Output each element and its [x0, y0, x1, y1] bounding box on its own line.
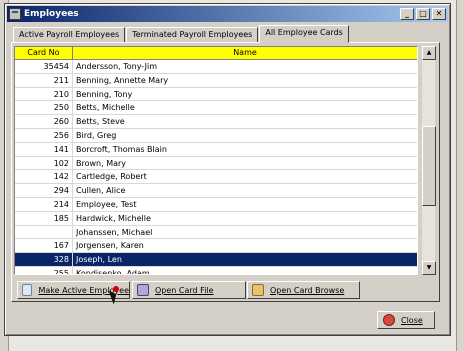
- close-button[interactable]: Close: [377, 311, 435, 329]
- maximize-button[interactable]: □: [416, 8, 430, 20]
- window-controls: _ □ ✕: [398, 8, 446, 20]
- name-cell: Cartledge, Robert: [76, 172, 147, 182]
- table-row[interactable]: 167 Jorgensen, Karen: [15, 239, 417, 254]
- name-cell: Hardwick, Michelle: [76, 213, 151, 223]
- table-row[interactable]: 185 Hardwick, Michelle: [15, 211, 417, 226]
- name-cell: Brown, Mary: [76, 158, 127, 168]
- open-card-file-button[interactable]: Open Card File: [132, 281, 246, 299]
- close-window-button[interactable]: ✕: [432, 8, 446, 20]
- close-label: Close: [401, 315, 423, 325]
- name-cell: Betts, Michelle: [76, 103, 135, 113]
- name-cell: Bird, Greg: [76, 130, 117, 140]
- close-icon: [383, 314, 395, 326]
- card-no-cell: 141: [15, 142, 73, 156]
- name-cell: Jorgensen, Karen: [76, 241, 144, 251]
- employee-grid: Card No Name 35454 Andersson, Tony-Jim 21…: [14, 46, 418, 275]
- table-row[interactable]: 294 Cullen, Alice: [15, 184, 417, 198]
- table-row[interactable]: 255 Kondisenko, Adam: [15, 266, 417, 275]
- table-row[interactable]: 256 Bird, Greg: [15, 128, 417, 143]
- name-cell: Cullen, Alice: [76, 186, 126, 196]
- tab-all-employee-cards[interactable]: All Employee Cards: [259, 25, 349, 43]
- card-no-cell: 214: [15, 197, 73, 211]
- name-cell: Employee, Test: [76, 199, 137, 209]
- scrollbar-thumb[interactable]: [422, 126, 436, 206]
- card-no-cell: 250: [15, 101, 73, 115]
- scroll-up-icon[interactable]: ▲: [422, 46, 436, 60]
- column-header-card-no[interactable]: Card No: [15, 47, 73, 59]
- background-window-edge-right: [456, 0, 464, 351]
- card-no-cell: 210: [15, 87, 73, 101]
- window-title: Employees: [24, 9, 79, 19]
- table-row[interactable]: 141 Borcroft, Thomas Blain: [15, 142, 417, 157]
- app-window-icon: [9, 8, 21, 20]
- name-cell: Joseph, Len: [76, 255, 122, 265]
- card-no-cell: 328: [15, 253, 73, 266]
- table-row[interactable]: 214 Employee, Test: [15, 197, 417, 212]
- open-card-browse-label: Open Card Browse: [270, 285, 345, 295]
- scroll-down-icon[interactable]: ▼: [422, 261, 436, 275]
- table-row[interactable]: Johanssen, Michael: [15, 225, 417, 240]
- table-row[interactable]: 142 Cartledge, Robert: [15, 170, 417, 185]
- table-row[interactable]: 211 Benning, Annette Mary: [15, 73, 417, 88]
- card-no-cell: 167: [15, 239, 73, 253]
- card-icon: [22, 284, 33, 296]
- card-no-cell: 211: [15, 73, 73, 87]
- card-no-cell: 255: [15, 266, 73, 274]
- name-cell: Johanssen, Michael: [76, 227, 153, 237]
- grid-header: Card No Name: [15, 47, 417, 60]
- grid-vertical-scrollbar[interactable]: ▲ ▼: [421, 46, 436, 275]
- tab-terminated-payroll-employees[interactable]: Terminated Payroll Employees: [126, 27, 259, 43]
- card-no-cell: 142: [15, 170, 73, 184]
- name-cell: Kondisenko, Adam: [76, 268, 150, 275]
- card-no-cell: 260: [15, 115, 73, 128]
- name-cell: Betts, Steve: [76, 117, 125, 127]
- name-cell: Benning, Annette Mary: [76, 75, 169, 85]
- open-card-file-label: Open Card File: [155, 285, 214, 295]
- table-row[interactable]: 260 Betts, Steve: [15, 115, 417, 129]
- card-no-cell: 185: [15, 211, 73, 225]
- column-header-name[interactable]: Name: [73, 47, 417, 59]
- card-no-cell: 294: [15, 184, 73, 197]
- minimize-button[interactable]: _: [400, 8, 414, 20]
- card-no-cell: [15, 225, 73, 239]
- card-file-icon: [137, 284, 149, 296]
- table-row-selected[interactable]: 328 Joseph, Len: [15, 253, 417, 267]
- table-row[interactable]: 250 Betts, Michelle: [15, 101, 417, 116]
- title-bar[interactable]: Employees _ □ ✕: [7, 6, 448, 22]
- table-row[interactable]: 210 Benning, Tony: [15, 87, 417, 102]
- employee-tabs: Active Payroll Employees Terminated Payr…: [13, 25, 350, 43]
- name-cell: Andersson, Tony-Jim: [76, 62, 158, 71]
- card-browse-icon: [252, 284, 264, 296]
- open-card-browse-button[interactable]: Open Card Browse: [247, 281, 360, 299]
- table-row[interactable]: 102 Brown, Mary: [15, 156, 417, 171]
- card-no-cell: 256: [15, 128, 73, 142]
- name-cell: Borcroft, Thomas Blain: [76, 144, 167, 154]
- card-no-cell: 35454: [15, 60, 73, 73]
- card-no-cell: 102: [15, 156, 73, 170]
- table-row[interactable]: 35454 Andersson, Tony-Jim: [15, 60, 417, 74]
- name-cell: Benning, Tony: [76, 89, 133, 99]
- tab-active-payroll-employees[interactable]: Active Payroll Employees: [13, 27, 126, 43]
